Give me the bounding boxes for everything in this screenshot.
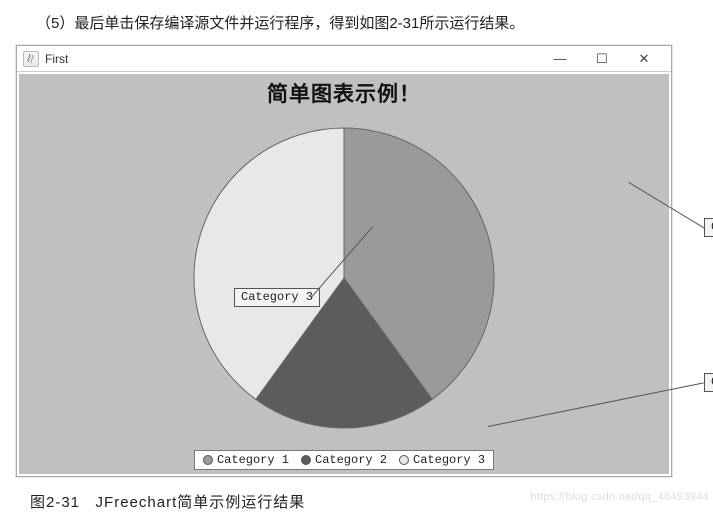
slice-label-2: Category 2 — [704, 373, 713, 392]
figure-number: 图2-31 — [30, 494, 80, 511]
titlebar[interactable]: First — ☐ ✕ — [17, 46, 671, 72]
figure-desc: JFreechart简单示例运行结果 — [96, 494, 306, 511]
legend-label: Category 1 — [217, 453, 289, 467]
slice-label-3: Category 3 — [234, 288, 320, 307]
legend-swatch-icon — [301, 455, 311, 465]
legend-label: Category 3 — [413, 453, 485, 467]
pie-svg — [174, 118, 514, 438]
legend-item-3: Category 3 — [399, 453, 485, 467]
legend-item-2: Category 2 — [301, 453, 387, 467]
legend-label: Category 2 — [315, 453, 387, 467]
slice-label-1: Category 1 — [704, 218, 713, 237]
pie-chart — [174, 118, 514, 438]
leader-line-2 — [488, 382, 704, 427]
app-window: First — ☐ ✕ 简单图表示例！ Category 1 Category 2… — [16, 45, 672, 477]
doc-step-text: （5）最后单击保存编译源文件并运行程序，得到如图2-31所示运行结果。 — [36, 12, 701, 33]
chart-title: 简单图表示例！ — [19, 78, 669, 108]
maximize-button[interactable]: ☐ — [581, 47, 623, 71]
legend-swatch-icon — [203, 455, 213, 465]
java-cup-icon — [23, 51, 39, 67]
chart-panel: 简单图表示例！ Category 1 Category 2 Category 3 C… — [19, 74, 669, 474]
leader-line-1 — [628, 182, 704, 228]
close-button[interactable]: ✕ — [623, 47, 665, 71]
legend-swatch-icon — [399, 455, 409, 465]
minimize-button[interactable]: — — [539, 47, 581, 71]
legend-item-1: Category 1 — [203, 453, 289, 467]
window-title: First — [45, 52, 68, 66]
watermark-text: https://blog.csdn.net/qq_40493944 — [530, 491, 709, 503]
chart-legend: Category 1 Category 2 Category 3 — [194, 450, 494, 470]
